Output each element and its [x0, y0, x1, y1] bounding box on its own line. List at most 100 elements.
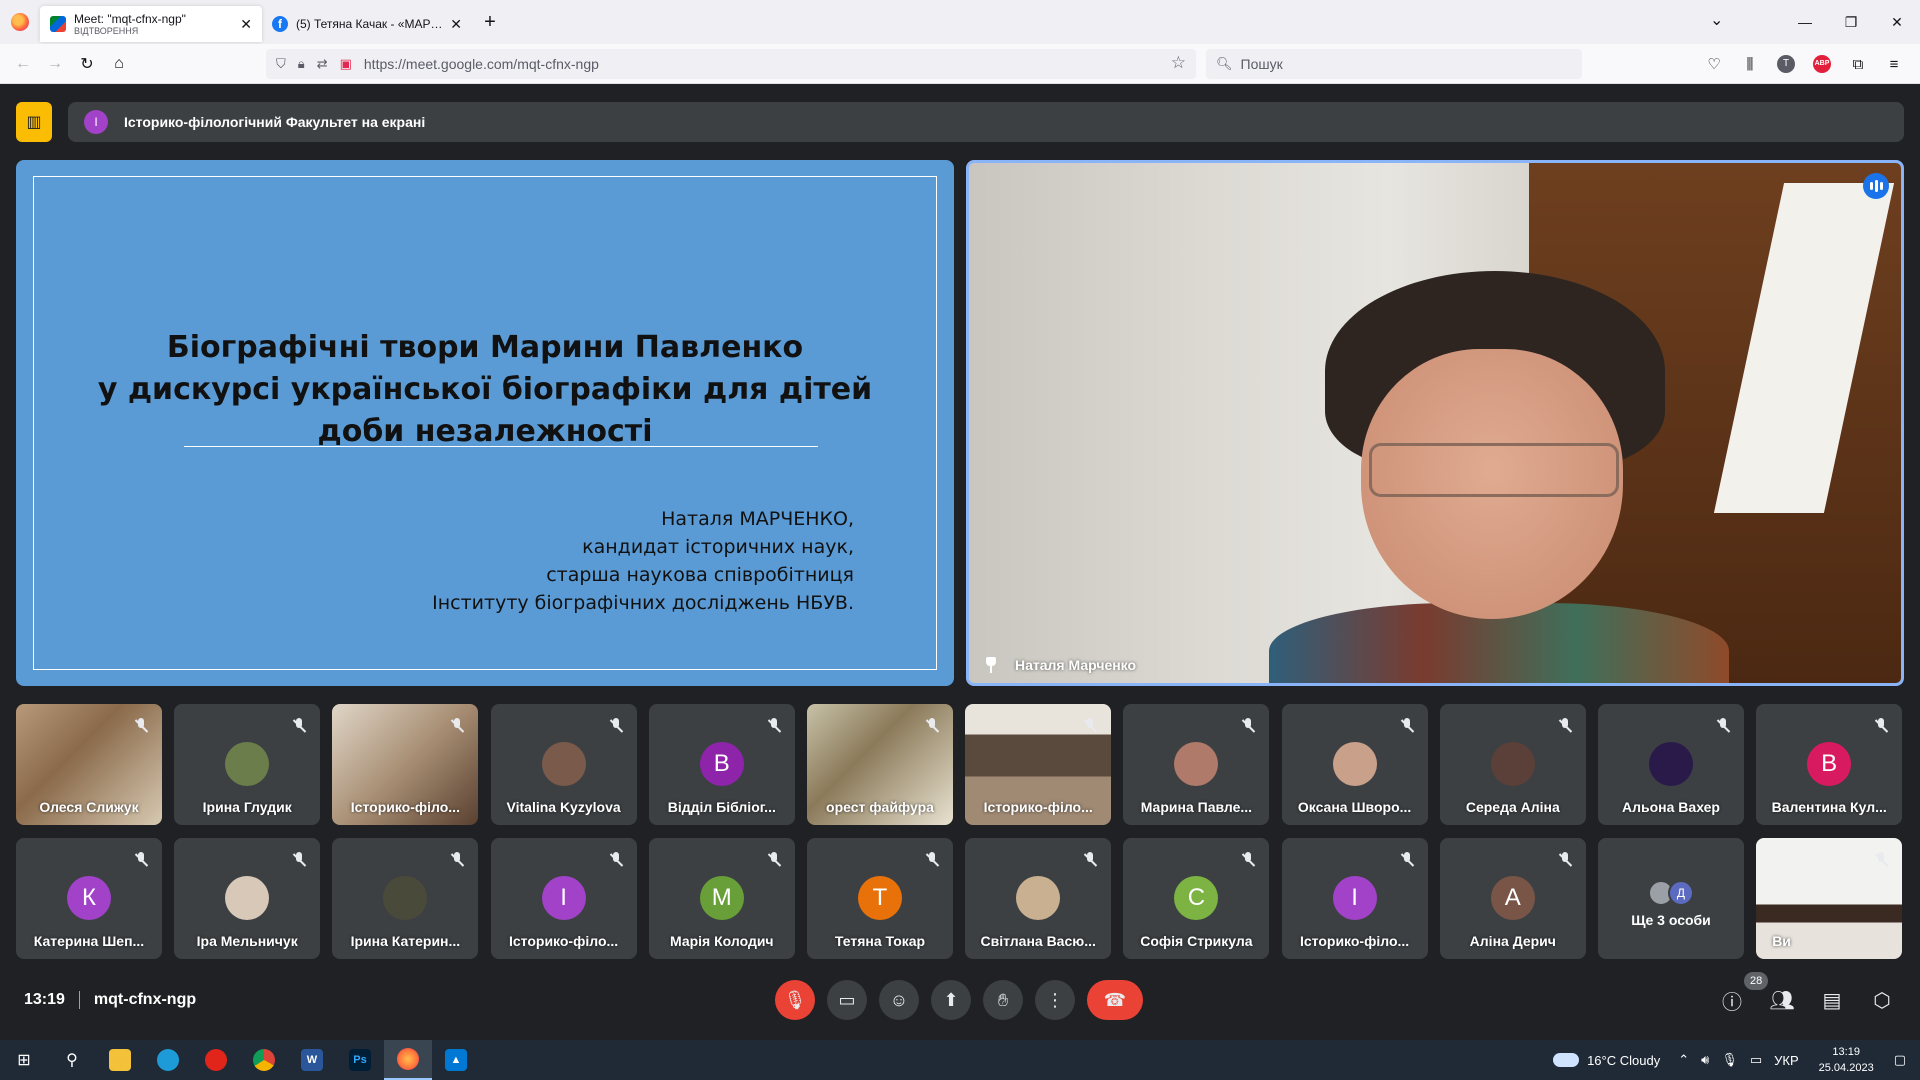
participant-tile[interactable]: Ірина Глудик [174, 704, 321, 825]
taskbar-photos[interactable]: ▲ [432, 1040, 480, 1080]
taskbar-search[interactable]: ⚲ [48, 1040, 96, 1080]
close-tab-icon[interactable]: ✕ [240, 16, 252, 33]
self-view-tile[interactable]: Ви [1756, 838, 1903, 959]
participant-tile[interactable]: С Софія Стрикула [1123, 838, 1270, 959]
network-icon[interactable]: ▭ [1750, 1052, 1762, 1068]
start-button[interactable]: ⊞ [0, 1040, 48, 1080]
speaking-indicator-icon [1863, 173, 1889, 199]
taskbar-clock[interactable]: 13:19 25.04.2023 [1819, 1044, 1874, 1076]
activities-button[interactable]: ⬡ [1858, 980, 1906, 1020]
participant-tile[interactable]: Середа Аліна [1439, 704, 1586, 825]
tab-title: Meet: "mqt-cfnx-ngp" [74, 11, 186, 26]
participant-tile[interactable]: Т Тетяна Токар [807, 838, 953, 959]
participant-tile[interactable]: І Історико-філо... [1281, 838, 1428, 959]
language-indicator[interactable]: УКР [1774, 1053, 1799, 1068]
participant-tile[interactable]: М Марія Колодич [648, 838, 795, 959]
account-icon[interactable]: T [1777, 55, 1795, 73]
raise-hand-button[interactable]: ✋︎ [983, 980, 1023, 1020]
taskbar-firefox[interactable] [384, 1040, 432, 1080]
permissions-icon[interactable]: ⇄ [317, 56, 328, 72]
word-icon: W [301, 1049, 323, 1071]
mic-muted-icon [1083, 718, 1097, 734]
firefox-menu-button[interactable] [0, 0, 40, 44]
tab-facebook[interactable]: f (5) Тетяна Качак - «МАРИНА П ✕ [262, 6, 472, 42]
chat-button[interactable]: ▤ [1808, 980, 1856, 1020]
mic-muted-icon [925, 852, 939, 868]
taskbar-chrome[interactable] [240, 1040, 288, 1080]
chrome-icon [253, 1049, 275, 1071]
taskbar-word[interactable]: W [288, 1040, 336, 1080]
taskbar-photoshop[interactable]: Ps [336, 1040, 384, 1080]
participant-tile[interactable]: Олеся Слижук [16, 704, 162, 825]
leave-call-button[interactable]: ☎ [1087, 980, 1143, 1020]
pocket-icon[interactable]: ♡ [1696, 55, 1732, 73]
camera-sharing-icon[interactable]: ▣ [340, 56, 352, 72]
tracking-shield-icon[interactable]: ⛉ [276, 56, 286, 72]
tab-meet[interactable]: Meet: "mqt-cfnx-ngp" ВІДТВОРЕННЯ ✕ [40, 6, 262, 42]
more-participants-tile[interactable]: Д Ще 3 особи [1598, 838, 1744, 959]
close-window-icon[interactable]: ✕ [1874, 14, 1920, 31]
participant-tile[interactable]: Історико-філо... [332, 704, 479, 825]
participant-name: Ірина Глудик [202, 799, 292, 815]
minimize-icon[interactable]: — [1782, 14, 1828, 30]
weather-text[interactable]: 16°C Cloudy [1587, 1053, 1660, 1068]
home-icon[interactable]: ⌂ [104, 55, 134, 73]
presentation-icon[interactable]: ▥ [16, 102, 52, 142]
meet-controls-bar: 13:19 mqt-cfnx-ngp 🎙︎ ▭ ☺ ⬆ ✋︎ ⋮ ☎ ⓘ 👥︎ … [0, 972, 1920, 1024]
participant-tile[interactable]: Ірина Катерин... [332, 838, 479, 959]
participant-name: Історико-філо... [1300, 933, 1410, 949]
lock-icon[interactable]: 🔒︎ [298, 56, 305, 72]
adblock-icon[interactable]: ABP [1813, 55, 1831, 73]
extensions-icon[interactable]: ⧉ [1840, 56, 1876, 73]
presentation-tile[interactable]: Біографічні твори Марини Павленко у диск… [16, 160, 954, 686]
mic-muted-icon [1558, 852, 1572, 868]
forward-icon[interactable]: → [40, 55, 70, 73]
library-icon[interactable]: ⫼ [1732, 56, 1768, 73]
participant-tile[interactable]: В Відділ Бібліог... [648, 704, 795, 825]
search-bar[interactable]: 🔍︎ Пошук [1206, 49, 1582, 79]
participant-avatar: А [1490, 876, 1535, 920]
taskbar-opera[interactable] [192, 1040, 240, 1080]
participant-tile[interactable]: Марина Павле... [1123, 704, 1270, 825]
restore-icon[interactable]: ❐ [1828, 14, 1874, 31]
microphone-icon[interactable]: 🎙︎ [1721, 1052, 1738, 1068]
participant-tile[interactable]: Оксана Шворо... [1281, 704, 1428, 825]
microphone-off-button[interactable]: 🎙︎ [775, 980, 815, 1020]
author-line: кандидат історичних наук, [582, 536, 854, 558]
taskbar-explorer[interactable] [96, 1040, 144, 1080]
edge-icon [157, 1049, 179, 1071]
reload-icon[interactable]: ↻ [72, 54, 102, 74]
author-line: Наталя МАРЧЕНКО, [661, 508, 854, 530]
more-options-button[interactable]: ⋮ [1035, 980, 1075, 1020]
camera-button[interactable]: ▭ [827, 980, 867, 1020]
new-tab-button[interactable]: + [472, 11, 508, 34]
folder-icon [109, 1049, 131, 1071]
taskbar-edge[interactable] [144, 1040, 192, 1080]
participant-tile[interactable]: В Валентина Кул... [1756, 704, 1903, 825]
participant-avatar [225, 742, 270, 786]
present-screen-button[interactable]: ⬆ [931, 980, 971, 1020]
participant-tile[interactable]: Історико-філо... [965, 704, 1112, 825]
volume-icon[interactable]: 🔊︎ [1701, 1052, 1709, 1068]
participant-tile[interactable]: Світлана Васю... [965, 838, 1112, 959]
notifications-icon[interactable]: ▢ [1894, 1052, 1906, 1068]
back-icon[interactable]: ← [8, 55, 38, 73]
pin-icon[interactable] [985, 657, 997, 673]
participant-tile[interactable]: А Аліна Дерич [1439, 838, 1586, 959]
participant-tile[interactable]: Альона Вахер [1598, 704, 1744, 825]
close-tab-icon[interactable]: ✕ [450, 16, 462, 33]
active-speaker-tile[interactable]: Наталя Марченко [966, 160, 1904, 686]
menu-icon[interactable]: ≡ [1876, 56, 1912, 73]
show-hidden-icons-icon[interactable]: ⌃ [1678, 1052, 1689, 1068]
participant-tile[interactable]: Vitalina Kyzylova [490, 704, 637, 825]
bookmark-star-icon[interactable]: ☆ [1171, 53, 1186, 73]
participant-tile[interactable]: орест файфура [807, 704, 953, 825]
participant-name: Ірина Катерин... [350, 933, 461, 949]
reactions-button[interactable]: ☺ [879, 980, 919, 1020]
participant-tile[interactable]: Іра Мельничук [174, 838, 321, 959]
participant-tile[interactable]: І Історико-філо... [490, 838, 637, 959]
participant-avatar: В [699, 742, 744, 786]
url-bar[interactable]: ⛉ 🔒︎ ⇄ ▣ https://meet.google.com/mqt-cfn… [266, 49, 1196, 79]
list-all-tabs-icon[interactable]: ⌄ [1710, 10, 1723, 30]
participant-tile[interactable]: К Катерина Шеп... [16, 838, 162, 959]
